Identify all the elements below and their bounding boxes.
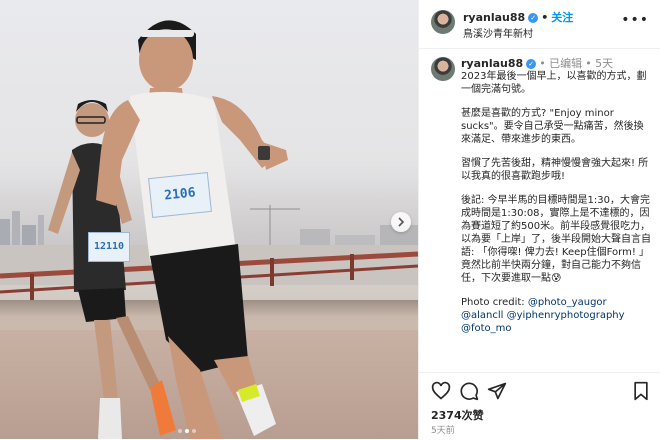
chevron-right-icon xyxy=(398,217,405,227)
mention-link[interactable]: @foto_mo xyxy=(461,323,512,334)
post-side-panel: ryanlau88 ✓ • 关注 鳥溪沙青年新村 ••• ryanlau88 ✓ • 已编… xyxy=(418,0,660,439)
share-icon[interactable] xyxy=(487,381,507,401)
likes-count[interactable]: 2374次赞 xyxy=(431,407,484,423)
caption-header: ryanlau88 ✓ • 已编辑 • 5天 xyxy=(461,55,613,71)
runners-illustration xyxy=(48,20,288,439)
location-link[interactable]: 鳥溪沙青年新村 xyxy=(463,25,533,40)
runner-main xyxy=(96,20,288,439)
mention-link[interactable]: @photo_yaugor xyxy=(528,297,607,308)
caption-paragraph: 習慣了先苦後甜，精神慢慢會強大起來! 所以我真的很喜歡跑步哦! xyxy=(461,158,649,182)
carousel-dot xyxy=(178,429,182,433)
heart-icon[interactable] xyxy=(431,381,451,401)
author-username[interactable]: ryanlau88 xyxy=(463,11,525,24)
photo-credit: Photo credit: @photo_yaugor @alancll @yip… xyxy=(461,296,653,335)
edited-label: • 已编辑 xyxy=(539,57,583,70)
carousel-dot xyxy=(192,429,196,433)
more-options-icon[interactable]: ••• xyxy=(621,12,649,28)
caption-username[interactable]: ryanlau88 xyxy=(461,57,523,70)
verified-badge-icon: ✓ xyxy=(528,13,539,23)
race-bib-main: 2106 xyxy=(148,171,212,219)
carousel-dot-active xyxy=(185,429,189,433)
post-photo[interactable]: 2106 12110 xyxy=(0,0,418,439)
caption-text: 2023年最後一個早上，以喜歡的方式，劃一個完滿句號。 甚麼是喜歡的方式? "E… xyxy=(461,70,653,346)
caption-time: • 5天 xyxy=(585,57,614,70)
header-separator: • xyxy=(541,11,549,24)
verified-badge-icon: ✓ xyxy=(526,59,537,69)
action-bar: 2374次赞 5天前 xyxy=(419,372,660,440)
caption-avatar[interactable] xyxy=(431,57,455,81)
mention-link[interactable]: @alancll xyxy=(461,310,503,321)
caption-paragraph: 2023年最後一個早上，以喜歡的方式，劃一個完滿句號。 xyxy=(461,71,647,95)
photo-credit-label: Photo credit: xyxy=(461,297,528,308)
mention-link[interactable]: @yiphenryphotography xyxy=(507,310,625,321)
author-line: ryanlau88 ✓ • 关注 xyxy=(463,9,573,25)
race-bib-second: 12110 xyxy=(88,232,130,262)
post-header: ryanlau88 ✓ • 关注 鳥溪沙青年新村 ••• xyxy=(419,0,660,49)
bookmark-icon[interactable] xyxy=(631,381,651,401)
author-avatar[interactable] xyxy=(431,10,455,34)
post-timestamp: 5天前 xyxy=(431,426,455,436)
instagram-post-viewer: 2106 12110 ryanlau88 ✓ • 关注 鳥溪沙青年新村 ••• rya… xyxy=(0,0,660,439)
comment-icon[interactable] xyxy=(459,381,479,401)
caption-paragraph: 甚麼是喜歡的方式? "Enjoy minor sucks"。要令自己承受一點痛苦… xyxy=(461,108,644,145)
caption-area: ryanlau88 ✓ • 已编辑 • 5天 2023年最後一個早上，以喜歡的方式，劃… xyxy=(419,49,660,371)
carousel-indicator xyxy=(178,429,196,433)
next-photo-button[interactable] xyxy=(391,212,411,232)
follow-button[interactable]: 关注 xyxy=(551,11,573,24)
caption-paragraph: 後記: 今早半馬的目標時間是1:30，大會完成時間是1:30:08，實際上是不達… xyxy=(461,195,651,284)
